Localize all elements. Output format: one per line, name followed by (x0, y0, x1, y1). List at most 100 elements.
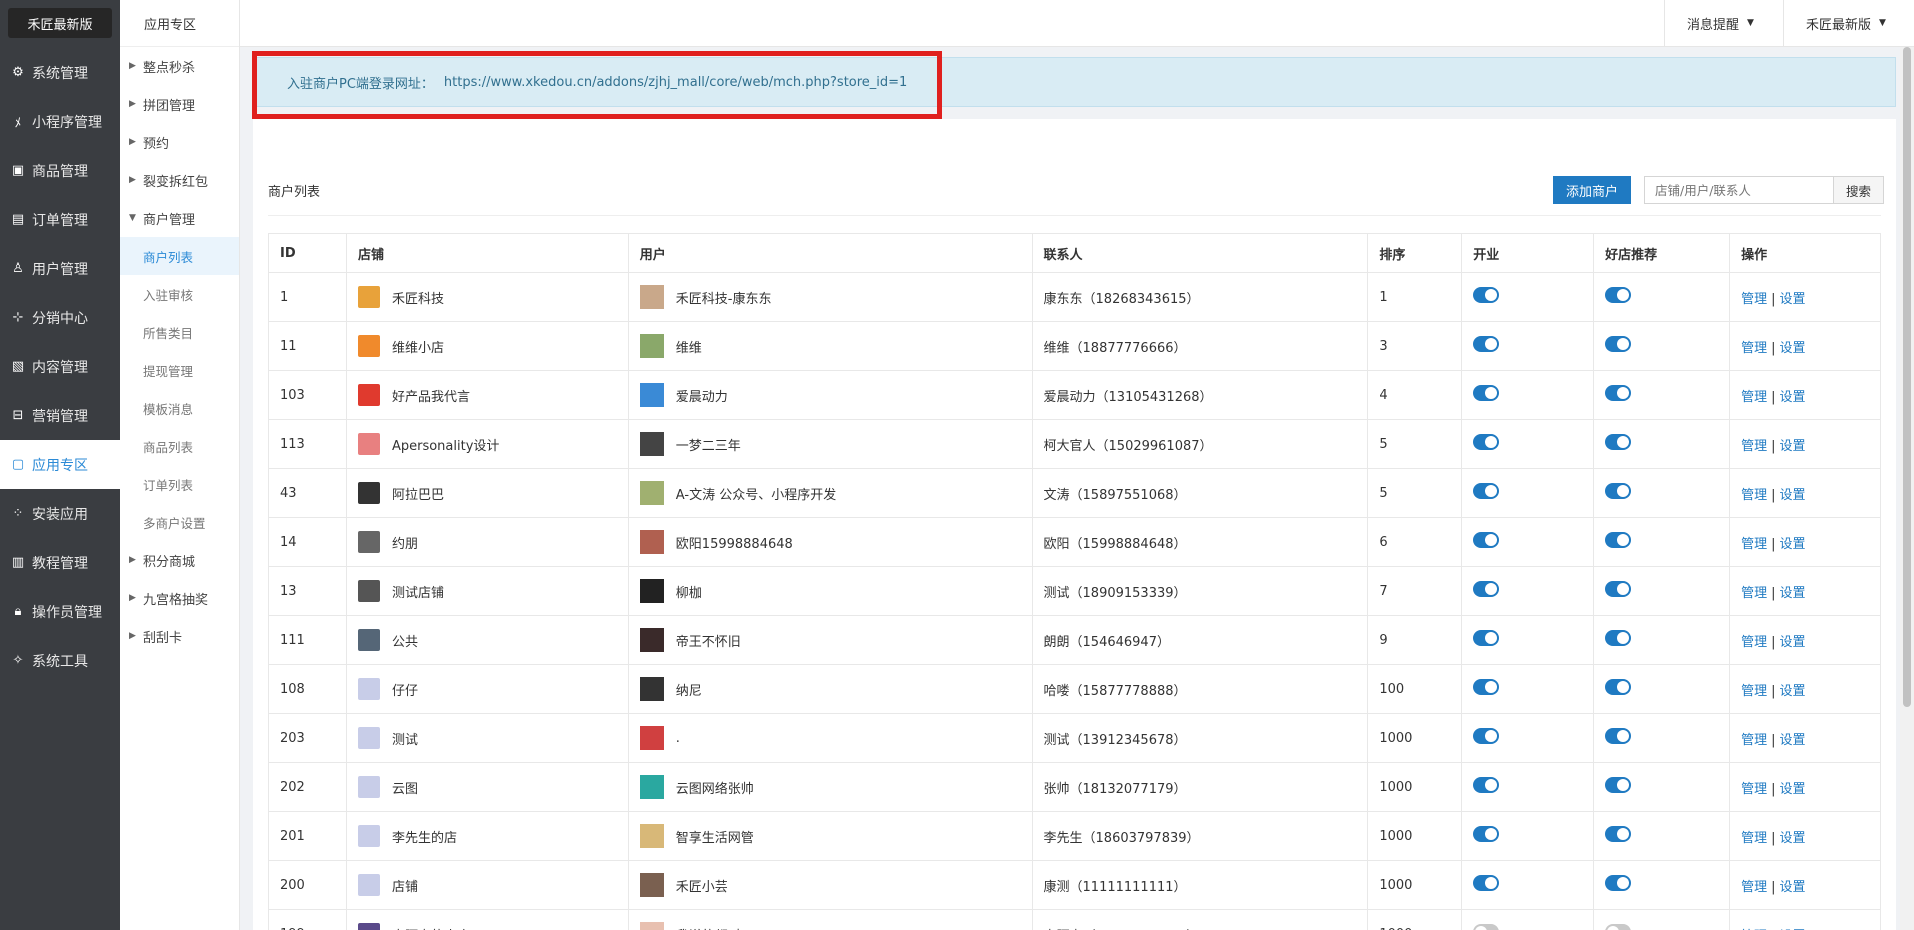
open-toggle[interactable] (1473, 777, 1500, 793)
manage-link[interactable]: 管理 (1741, 880, 1767, 895)
settings-link[interactable]: 设置 (1779, 635, 1805, 650)
top-header: 消息提醒 ▼ 禾匠最新版 ▼ (240, 0, 1914, 47)
manage-link[interactable]: 管理 (1741, 439, 1767, 454)
manage-link[interactable]: 管理 (1741, 292, 1767, 307)
recommend-toggle[interactable] (1605, 679, 1632, 695)
sidebar-item[interactable]: ▧ 内容管理 (0, 342, 120, 391)
manage-link[interactable]: 管理 (1741, 537, 1767, 552)
manage-link[interactable]: 管理 (1741, 586, 1767, 601)
sidebar-item[interactable]: ▢ 应用专区 (0, 440, 120, 489)
shop-name: 禾匠科技 (391, 291, 444, 307)
subnav-item[interactable]: 商品列表 (120, 427, 239, 465)
scrollbar-thumb[interactable] (1903, 47, 1911, 707)
manage-link[interactable]: 管理 (1741, 684, 1767, 699)
search-input[interactable] (1644, 176, 1834, 204)
open-toggle[interactable] (1473, 728, 1500, 744)
recommend-toggle[interactable] (1605, 336, 1632, 352)
manage-link[interactable]: 管理 (1741, 488, 1767, 503)
open-toggle[interactable] (1473, 287, 1500, 303)
column-header: 排序 (1367, 233, 1463, 273)
open-toggle[interactable] (1473, 679, 1500, 695)
search-button[interactable]: 搜索 (1834, 176, 1884, 204)
manage-link[interactable]: 管理 (1741, 390, 1767, 405)
subnav-group[interactable]: ▶ 刮刮卡 (120, 617, 239, 655)
recommend-toggle[interactable] (1605, 630, 1632, 646)
subnav-item[interactable]: 所售类目 (120, 313, 239, 351)
page-scrollbar[interactable] (1900, 47, 1914, 930)
subnav-item[interactable]: 提现管理 (120, 351, 239, 389)
subnav-item[interactable]: 订单列表 (120, 465, 239, 503)
subnav-group[interactable]: ▶ 九宫格抽奖 (120, 579, 239, 617)
manage-link[interactable]: 管理 (1741, 341, 1767, 356)
subnav-group[interactable]: ▶ 整点秒杀 (120, 47, 239, 85)
subnav-group[interactable]: ▼ 商户管理 (120, 199, 239, 237)
notifications-dropdown[interactable]: 消息提醒 ▼ (1664, 0, 1776, 46)
recommend-toggle[interactable] (1605, 532, 1632, 548)
settings-link[interactable]: 设置 (1779, 733, 1805, 748)
open-toggle[interactable] (1473, 630, 1500, 646)
settings-link[interactable]: 设置 (1779, 684, 1805, 699)
sidebar-item[interactable]: 🔒︎ 操作员管理 (0, 587, 120, 636)
sidebar-item[interactable]: ⚙ 系统管理 (0, 48, 120, 97)
settings-link[interactable]: 设置 (1779, 880, 1805, 895)
sidebar-item[interactable]: ⁘ 安装应用 (0, 489, 120, 538)
recommend-cell (1593, 321, 1731, 371)
manage-link[interactable]: 管理 (1741, 635, 1767, 650)
recommend-toggle[interactable] (1605, 385, 1632, 401)
settings-link[interactable]: 设置 (1779, 782, 1805, 797)
settings-link[interactable]: 设置 (1779, 292, 1805, 307)
recommend-toggle[interactable] (1605, 483, 1632, 499)
sidebar-item[interactable]: ▣ 商品管理 (0, 146, 120, 195)
open-toggle[interactable] (1473, 434, 1500, 450)
subnav-group[interactable]: ▶ 积分商城 (120, 541, 239, 579)
miniprogram-icon: ﾒ (14, 116, 22, 131)
settings-link[interactable]: 设置 (1779, 488, 1805, 503)
subnav-item[interactable]: 模板消息 (120, 389, 239, 427)
sidebar-item[interactable]: ▤ 订单管理 (0, 195, 120, 244)
manage-link[interactable]: 管理 (1741, 782, 1767, 797)
subnav-group[interactable]: ▶ 拼团管理 (120, 85, 239, 123)
recommend-toggle[interactable] (1605, 728, 1632, 744)
settings-link[interactable]: 设置 (1779, 586, 1805, 601)
open-toggle[interactable] (1473, 385, 1500, 401)
open-toggle[interactable] (1473, 336, 1500, 352)
sidebar-item[interactable]: ﾒ 小程序管理 (0, 97, 120, 146)
settings-link[interactable]: 设置 (1779, 831, 1805, 846)
subnav-item[interactable]: 多商户设置 (120, 503, 239, 541)
recommend-toggle[interactable] (1605, 581, 1632, 597)
settings-link[interactable]: 设置 (1779, 537, 1805, 552)
manage-link[interactable]: 管理 (1741, 733, 1767, 748)
open-toggle[interactable] (1473, 924, 1500, 930)
recommend-toggle[interactable] (1605, 875, 1632, 891)
subnav-item[interactable]: 入驻审核 (120, 275, 239, 313)
open-cell (1461, 762, 1595, 812)
open-toggle[interactable] (1473, 826, 1500, 842)
recommend-toggle[interactable] (1605, 924, 1632, 930)
add-merchant-button[interactable]: 添加商户 (1553, 176, 1631, 204)
settings-link[interactable]: 设置 (1779, 341, 1805, 356)
open-toggle[interactable] (1473, 532, 1500, 548)
recommend-toggle[interactable] (1605, 434, 1632, 450)
subnav-group[interactable]: ▶ 预约 (120, 123, 239, 161)
recommend-toggle[interactable] (1605, 287, 1632, 303)
open-toggle[interactable] (1473, 581, 1500, 597)
sidebar-item[interactable]: ▥ 教程管理 (0, 538, 120, 587)
sidebar-item[interactable]: ✧ 系统工具 (0, 636, 120, 685)
sidebar-item[interactable]: ♙ 用户管理 (0, 244, 120, 293)
subnav-group[interactable]: ▶ 裂变拆红包 (120, 161, 239, 199)
open-toggle[interactable] (1473, 483, 1500, 499)
actions-cell: 管理 |设置 (1729, 321, 1881, 371)
open-toggle[interactable] (1473, 875, 1500, 891)
shop-cell: 云图 (345, 762, 629, 812)
brand-logo[interactable]: 禾匠最新版 (8, 8, 112, 38)
subnav-item[interactable]: 商户列表 (120, 237, 239, 275)
sidebar-item[interactable]: ⊟ 营销管理 (0, 391, 120, 440)
settings-link[interactable]: 设置 (1779, 439, 1805, 454)
account-dropdown[interactable]: 禾匠最新版 ▼ (1783, 0, 1908, 46)
sidebar-item[interactable]: ⊹ 分销中心 (0, 293, 120, 342)
recommend-toggle[interactable] (1605, 826, 1632, 842)
settings-link[interactable]: 设置 (1779, 390, 1805, 405)
manage-link[interactable]: 管理 (1741, 831, 1767, 846)
open-cell (1461, 370, 1595, 420)
recommend-toggle[interactable] (1605, 777, 1632, 793)
